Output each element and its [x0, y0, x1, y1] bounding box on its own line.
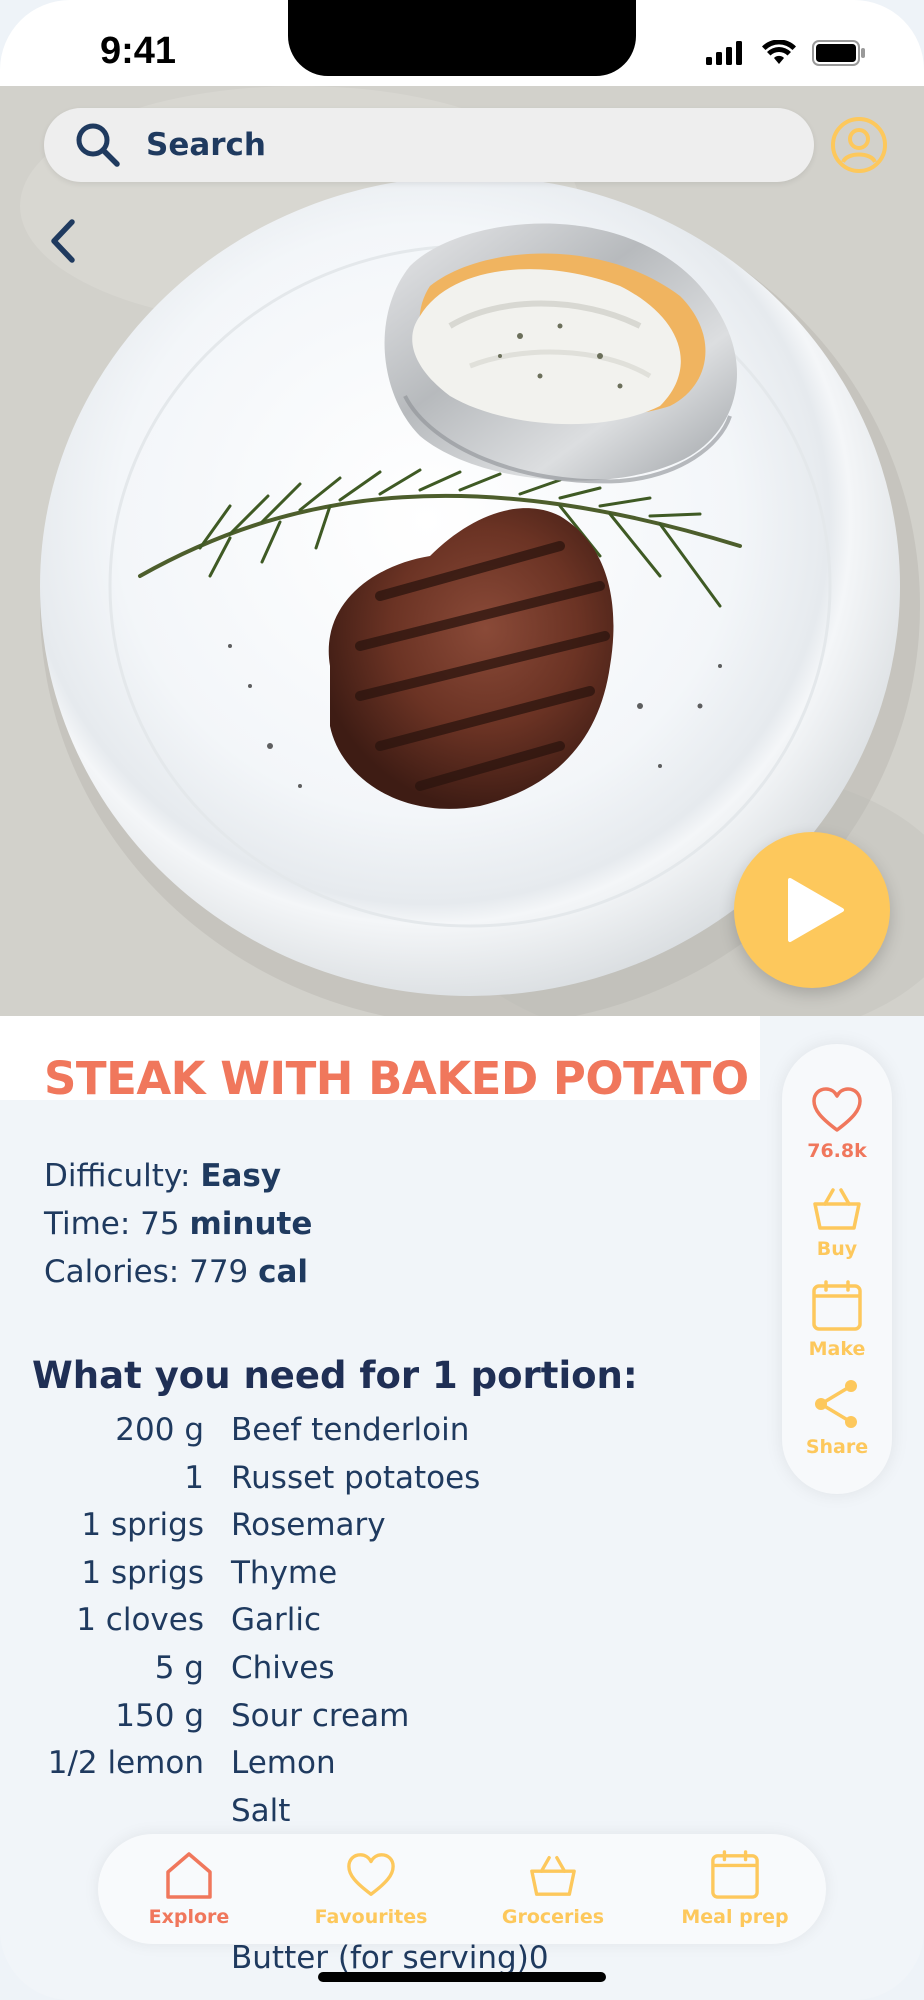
ingredient-row: 200 g Beef tenderloin: [0, 1412, 760, 1460]
basket-icon: [813, 1188, 861, 1230]
ingredient-name: Russet potatoes: [231, 1459, 481, 1496]
difficulty-value: Easy: [200, 1158, 282, 1194]
share-button[interactable]: Share: [782, 1378, 892, 1458]
nav-favourites-label: Favourites: [314, 1906, 428, 1928]
heart-icon: [347, 1853, 395, 1896]
ingredient-partial: Butter (for serving)0: [231, 1940, 549, 1976]
ingredient-row: 1/2 lemon Lemon: [0, 1745, 760, 1793]
recipe-meta: Difficulty: Easy Time: 75 minute Calorie…: [44, 1152, 312, 1296]
likes-count: 76.8k: [807, 1140, 867, 1162]
phone-screen: 9:41 Search STEAK WITH BAKED POTATO Diff…: [0, 0, 924, 2000]
ingredient-quantity: 1 cloves: [76, 1602, 204, 1639]
ingredient-row: 5 g Chives: [0, 1650, 760, 1698]
nav-meal-prep-label: Meal prep: [681, 1906, 789, 1928]
back-chevron-icon[interactable]: [46, 216, 78, 266]
notch: [288, 0, 636, 76]
ingredient-row: 150 g Sour cream: [0, 1698, 760, 1746]
calories-unit: cal: [258, 1254, 309, 1290]
share-icon: [815, 1380, 857, 1428]
ingredient-quantity: 150 g: [115, 1697, 204, 1734]
ingredients-heading: What you need for 1 portion:: [32, 1354, 638, 1397]
play-icon: [788, 878, 844, 942]
ingredient-quantity: 1: [184, 1459, 204, 1496]
time-unit: minute: [189, 1206, 313, 1242]
time-line: Time: 75 minute: [44, 1200, 312, 1248]
heart-icon: [812, 1087, 862, 1132]
status-icons: [706, 40, 866, 66]
ingredients-list: 200 g Beef tenderloin 1 Russet potatoes …: [0, 1412, 760, 1840]
play-video-button[interactable]: [734, 832, 890, 988]
ingredient-row: 1 sprigs Thyme: [0, 1555, 760, 1603]
search-input[interactable]: Search: [146, 127, 266, 163]
make-label: Make: [808, 1338, 866, 1360]
ingredient-quantity: 1 sprigs: [81, 1554, 204, 1591]
buy-button[interactable]: Buy: [782, 1184, 892, 1260]
battery-icon: [812, 40, 865, 66]
ingredient-quantity: 1/2 lemon: [47, 1745, 204, 1782]
ingredient-name: Beef tenderloin: [231, 1412, 470, 1448]
status-bar: 9:41: [0, 0, 924, 86]
cellular-signal-icon: [706, 41, 742, 65]
status-time: 9:41: [100, 30, 177, 72]
search-icon[interactable]: [72, 119, 124, 171]
ingredient-name: Sour cream: [231, 1697, 410, 1734]
ingredient-row: 1 sprigs Rosemary: [0, 1507, 760, 1555]
ingredient-row: 1 cloves Garlic: [0, 1602, 760, 1650]
home-indicator[interactable]: [318, 1972, 606, 1982]
ingredient-name: Thyme: [231, 1554, 338, 1591]
bottom-navigation: Explore Favourites Groceries Meal prep: [98, 1834, 826, 1944]
nav-explore-label: Explore: [148, 1906, 230, 1928]
ingredient-name: Lemon: [231, 1745, 336, 1782]
recipe-hero-image: Search: [0, 86, 924, 1016]
nav-groceries-label: Groceries: [501, 1906, 605, 1928]
calories-label: Calories: 779: [44, 1254, 259, 1290]
difficulty-label: Difficulty:: [44, 1158, 201, 1194]
recipe-actions-panel: 76.8k Buy Make Share: [782, 1044, 892, 1494]
home-icon: [166, 1852, 212, 1899]
nav-groceries[interactable]: Groceries: [473, 1850, 633, 1928]
share-label: Share: [805, 1436, 869, 1458]
calendar-icon: [711, 1850, 759, 1899]
difficulty-line: Difficulty: Easy: [44, 1152, 312, 1200]
profile-icon[interactable]: [830, 116, 888, 174]
ingredient-quantity: 1 sprigs: [81, 1507, 204, 1544]
time-label: Time: 75: [44, 1206, 190, 1242]
ingredient-row: 1 Russet potatoes: [0, 1460, 760, 1508]
make-button[interactable]: Make: [782, 1280, 892, 1360]
nav-favourites[interactable]: Favourites: [291, 1850, 451, 1928]
ingredient-name: Garlic: [231, 1602, 322, 1639]
ingredient-name: Rosemary: [231, 1507, 386, 1544]
wifi-icon: [762, 40, 796, 64]
nav-explore[interactable]: Explore: [109, 1850, 269, 1928]
ingredient-name: Salt: [231, 1792, 291, 1829]
basket-icon: [530, 1856, 576, 1896]
search-bar[interactable]: Search: [44, 108, 814, 182]
like-button[interactable]: 76.8k: [782, 1086, 892, 1162]
calories-line: Calories: 779 cal: [44, 1248, 312, 1296]
calendar-icon: [812, 1280, 862, 1331]
buy-label: Buy: [816, 1238, 858, 1260]
recipe-title: STEAK WITH BAKED POTATO: [44, 1052, 749, 1105]
ingredient-name: Chives: [231, 1649, 335, 1686]
ingredient-quantity: 5 g: [154, 1649, 204, 1686]
ingredient-quantity: 200 g: [115, 1412, 204, 1448]
nav-meal-prep[interactable]: Meal prep: [655, 1850, 815, 1928]
